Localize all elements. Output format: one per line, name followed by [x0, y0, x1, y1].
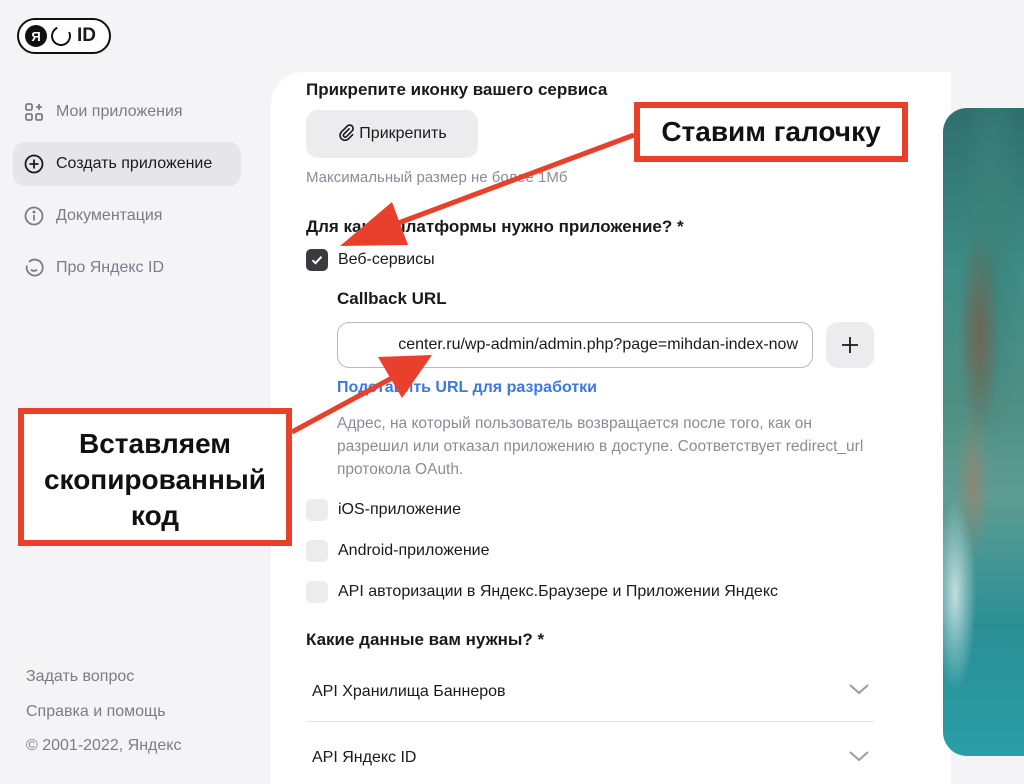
android-label: Android-приложение [338, 542, 490, 559]
accordion-label: API Яндекс ID [312, 749, 417, 766]
check-callout: Ставим галочку [634, 102, 908, 162]
accordion-label: API Хранилища Баннеров [312, 682, 506, 700]
chevron-down-icon [848, 749, 870, 768]
sidebar-item-label: Про Яндекс ID [56, 259, 164, 276]
plus-icon [842, 337, 858, 353]
accordion-banner-storage-api[interactable]: API Хранилища Баннеров [306, 662, 874, 722]
sidebar-item-docs[interactable]: Документация [13, 194, 241, 238]
callback-url-value: center.ru/wp-admin/admin.php?page=mihdan… [398, 336, 798, 353]
dev-url-link[interactable]: Подставить URL для разработки [337, 379, 597, 397]
smile-icon [23, 257, 45, 279]
callback-url-title: Callback URL [337, 289, 447, 308]
data-question: Какие данные вам нужны? * [306, 630, 545, 649]
check-callout-text: Ставим галочку [661, 116, 881, 147]
chevron-down-icon [848, 682, 870, 701]
web-services-option[interactable]: Веб-сервисы [306, 249, 435, 271]
attach-button[interactable]: Прикрепить [306, 110, 478, 158]
web-services-label: Веб-сервисы [338, 251, 435, 268]
callback-url-input[interactable]: center.ru/wp-admin/admin.php?page=mihdan… [337, 322, 813, 368]
logo-id-text: ID [77, 25, 96, 46]
web-services-checkbox[interactable] [306, 249, 328, 271]
paperclip-icon [337, 123, 355, 146]
plus-circle-icon [23, 153, 45, 175]
sidebar-item-label: Документация [56, 207, 163, 224]
max-size-hint: Максимальный размер не более 1Мб [306, 169, 568, 186]
paste-callout-line2: скопированный [43, 464, 267, 495]
ask-question-link[interactable]: Задать вопрос [26, 666, 181, 701]
sidebar-item-label: Создать приложение [56, 155, 213, 172]
help-link[interactable]: Справка и помощь [26, 701, 181, 736]
api-browser-checkbox[interactable] [306, 581, 328, 603]
sidebar-item-label: Мои приложения [56, 103, 183, 120]
sidebar-nav: Мои приложения Создать приложение Докуме… [13, 90, 241, 298]
ios-option[interactable]: iOS-приложение [306, 499, 461, 521]
platform-question: Для какой платформы нужно приложение? * [306, 217, 684, 236]
attach-icon-title: Прикрепите иконку вашего сервиса [306, 80, 608, 99]
sidebar-item-create-app[interactable]: Создать приложение [13, 142, 241, 186]
api-browser-option[interactable]: API авторизации в Яндекс.Браузере и Прил… [306, 581, 778, 603]
android-option[interactable]: Android-приложение [306, 540, 489, 562]
yandex-logo-icon: Я [25, 25, 47, 47]
sidebar-item-about[interactable]: Про Яндекс ID [13, 246, 241, 290]
info-circle-icon [23, 205, 45, 227]
yandex-id-logo[interactable]: Я ID [17, 18, 111, 54]
sea-illustration [943, 108, 1024, 756]
paste-callout: Вставляем скопированный код [18, 408, 292, 546]
ios-checkbox[interactable] [306, 499, 328, 521]
check-icon [311, 256, 323, 265]
callback-url-help: Адрес, на который пользователь возвращае… [337, 415, 864, 478]
paste-callout-line3: код [130, 500, 180, 531]
add-url-button[interactable] [826, 322, 874, 368]
paste-callout-line1: Вставляем [79, 428, 231, 459]
sidebar-footer: Задать вопрос Справка и помощь © 2001-20… [26, 666, 181, 770]
apps-grid-icon [23, 101, 45, 123]
accordion-yandex-id-api[interactable]: API Яндекс ID [306, 728, 874, 784]
copyright: © 2001-2022, Яндекс [26, 737, 182, 754]
api-browser-label: API авторизации в Яндекс.Браузере и Прил… [338, 583, 779, 600]
android-checkbox[interactable] [306, 540, 328, 562]
ios-label: iOS-приложение [338, 501, 462, 518]
sidebar-item-my-apps[interactable]: Мои приложения [13, 90, 241, 134]
attach-button-label: Прикрепить [359, 125, 447, 142]
smile-logo-icon [48, 23, 74, 49]
